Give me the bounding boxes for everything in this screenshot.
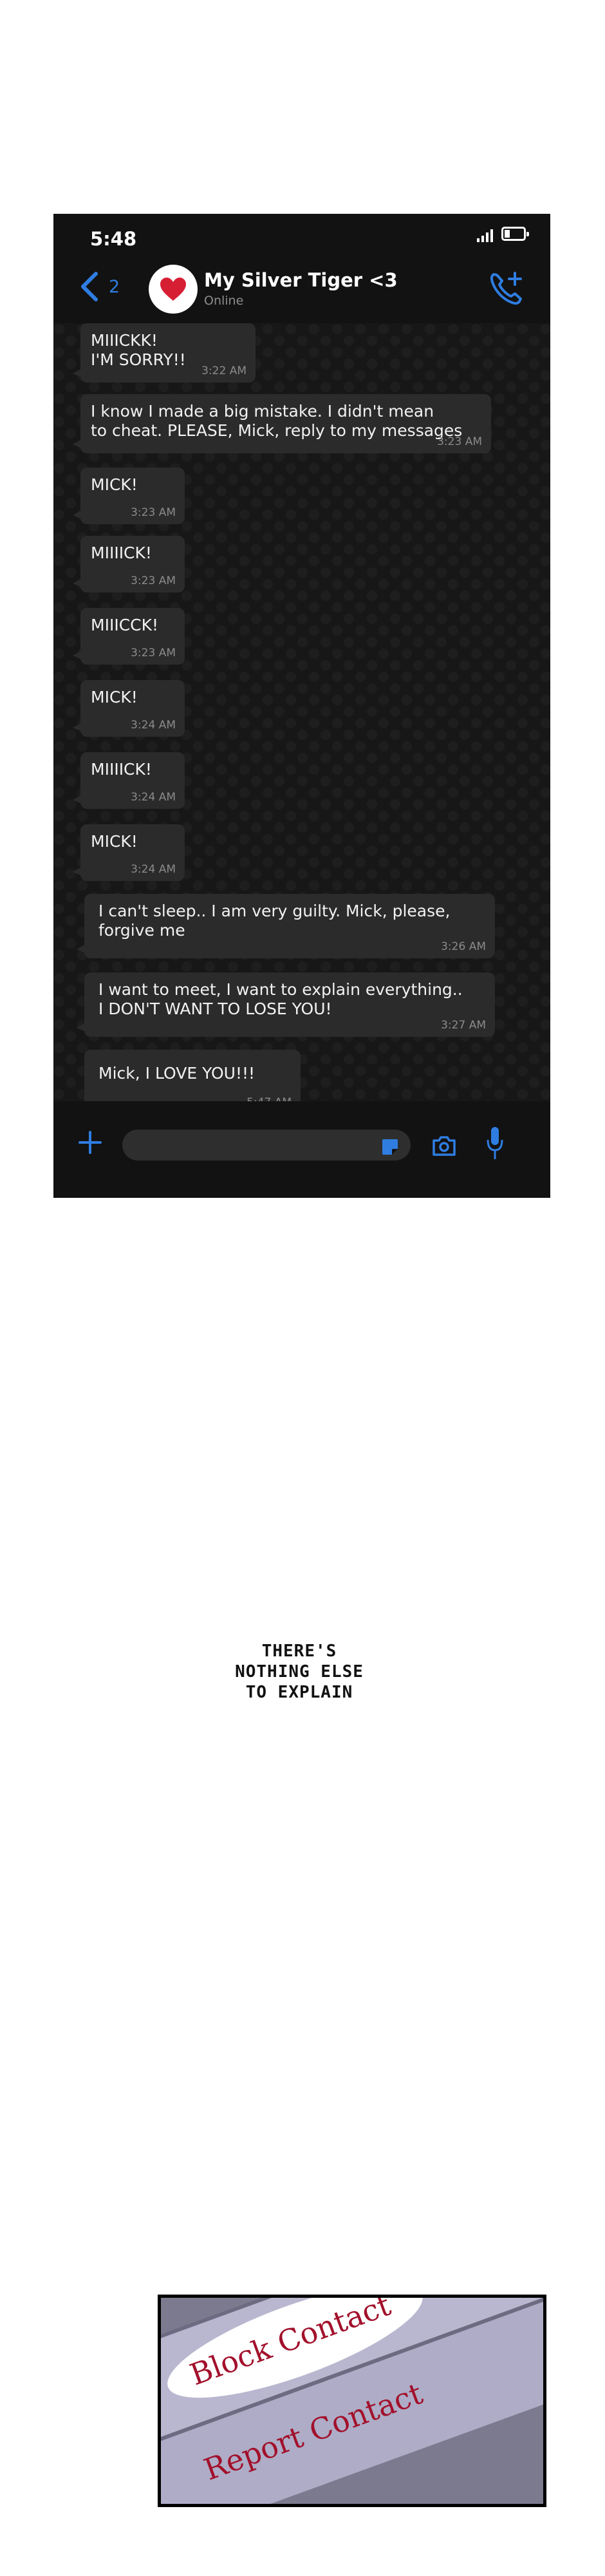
message-time: 3:23 AM: [131, 506, 176, 519]
message-text: MIIIICK!: [91, 760, 152, 779]
narration-caption: THERE'S NOTHING ELSE TO EXPLAIN: [235, 1642, 364, 1702]
message-text: MICK!: [91, 475, 138, 494]
message-bubble: MIIICCK! 3:23 AM: [73, 608, 185, 665]
message-text: MICK!: [91, 688, 138, 706]
message-text: Mick, I LOVE YOU!!!: [98, 1064, 256, 1083]
message-time: 3:22 AM: [201, 365, 247, 377]
message-time: 3:26 AM: [441, 940, 486, 953]
message-composer: [53, 1101, 550, 1198]
camera-icon[interactable]: [431, 1134, 457, 1157]
status-bar-time: 5:48: [90, 228, 137, 250]
back-button[interactable]: 2: [79, 270, 120, 303]
message-text: MIIICCK!: [91, 616, 159, 634]
message-time: 3:23 AM: [131, 574, 176, 587]
message-text: I want to meet, I want to explain everyt…: [98, 980, 463, 1018]
contact-avatar[interactable]: [149, 265, 198, 314]
message-bubble: MIIIICK! 3:23 AM: [73, 536, 185, 592]
message-bubble: MICK! 3:24 AM: [73, 680, 185, 737]
contact-name[interactable]: My Silver Tiger <3: [204, 269, 398, 291]
heart-icon: [160, 278, 186, 301]
message-bubble: I can't sleep.. I am very guilty. Mick, …: [77, 894, 495, 958]
phone-screen-panel: 5:48 2 My Silver Tiger <3 Online MIIICKK…: [53, 214, 550, 1198]
battery-icon: [501, 227, 529, 241]
message-bubble: MICK! 3:23 AM: [73, 468, 185, 524]
sticker-icon[interactable]: [380, 1137, 400, 1157]
message-text: MIIICKK! I'M SORRY!!: [91, 331, 186, 369]
message-bubble: I want to meet, I want to explain everyt…: [77, 972, 495, 1037]
message-time: 3:24 AM: [131, 791, 176, 804]
chevron-left-icon: [81, 272, 98, 301]
context-menu-panel: Block Contact Report Contact: [158, 2295, 546, 2507]
message-text: I can't sleep.. I am very guilty. Mick, …: [98, 902, 451, 940]
contact-status: Online: [204, 294, 244, 308]
message-text: I know I made a big mistake. I didn't me…: [91, 402, 463, 440]
message-thread[interactable]: MIIICKK! I'M SORRY!! 3:22 AM I know I ma…: [53, 323, 550, 1114]
message-text: MICK!: [91, 832, 138, 851]
message-text: MIIIICK!: [91, 544, 152, 562]
message-bubble: MICK! 3:24 AM: [73, 824, 185, 881]
add-call-button[interactable]: [488, 269, 524, 308]
message-bubble: MIIICKK! I'M SORRY!! 3:22 AM: [73, 323, 256, 383]
message-time: 3:27 AM: [441, 1019, 486, 1032]
message-input[interactable]: [122, 1130, 411, 1160]
message-time: 3:24 AM: [131, 719, 176, 732]
microphone-icon[interactable]: [486, 1126, 504, 1162]
plus-icon[interactable]: [78, 1130, 102, 1155]
unread-count: 2: [109, 276, 120, 297]
message-bubble: I know I made a big mistake. I didn't me…: [73, 394, 491, 453]
message-bubble: MIIIICK! 3:24 AM: [73, 752, 185, 809]
context-menu: Block Contact Report Contact: [161, 2298, 543, 2504]
message-time: 3:23 AM: [131, 647, 176, 659]
message-time: 3:24 AM: [131, 863, 176, 876]
message-time: 3:23 AM: [437, 435, 482, 448]
